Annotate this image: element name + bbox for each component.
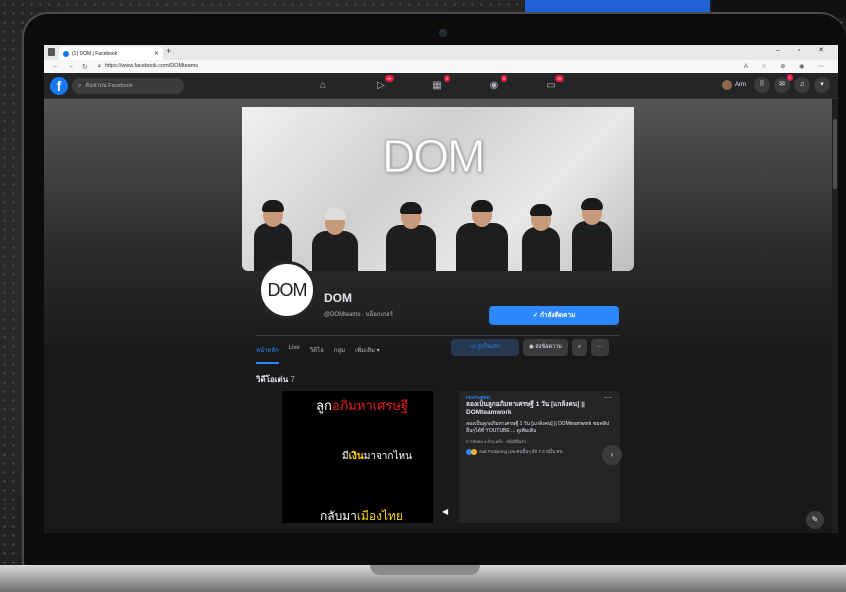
account-chevron-icon[interactable]: ▾ [814,77,830,93]
lock-icon: 🔒︎ [97,63,101,69]
cover-person [456,200,508,271]
new-message-icon[interactable]: ✎ [806,511,824,529]
marketplace-badge: 2 [443,75,450,82]
tab-videos[interactable]: วิดีโอ [310,345,324,364]
liked-label: ถูกใจแล้ว [477,344,500,350]
screen: (1) DOM | Facebook ✕ + – ▫ ✕ ← → ↻ 🔒︎ htt… [44,45,838,533]
cover-person [386,202,436,271]
close-tab-icon[interactable]: ✕ [154,50,159,57]
more-options-icon[interactable]: ··· [591,339,609,356]
tab-title: (1) DOM | Facebook [72,50,118,57]
video-more-icon[interactable]: ··· [604,393,612,402]
browser-tab[interactable]: (1) DOM | Facebook ✕ [59,47,163,60]
browser-tabbar: (1) DOM | Facebook ✕ + – ▫ ✕ [44,45,838,60]
facebook-favicon-icon [63,50,69,57]
tab-actions-icon[interactable] [48,48,55,56]
video-caption-line3: กลับมาเมืองไทย [320,509,403,523]
section-count: 7 [290,375,295,384]
page-content: DOM DOM DOM @DOMteams · บล็อกเกอร์ ✓ กำล… [44,99,838,533]
video-description: ลองเป็นลูกอภิมหาเศรษฐี 1 วัน [แกล้งคน] |… [466,421,610,434]
page-avatar[interactable]: DOM [258,261,316,319]
video-reactions[interactable]: Sak Puttipong และคนอื่นๆ อีก 7.6 หมื่น ค… [466,448,614,455]
video-title[interactable]: ลองเป็นลูกอภิมหาเศรษฐี 1 วัน [แกล้งคน] |… [466,401,614,417]
page-search-icon[interactable]: ⌕ [571,339,588,356]
facebook-search-input[interactable]: ⌕ ค้นหาบน Facebook [72,78,184,94]
menu-grid-icon[interactable]: ⠿ [754,77,770,93]
watch-icon[interactable]: ▷ 9+ [374,75,394,93]
featured-video-card[interactable]: ลูกอภิมหาเศรษฐี มีเงินมาจากไหน กลับมาเมื… [256,391,620,523]
reload-icon[interactable]: ↻ [82,63,88,71]
notifications-icon[interactable]: ♫ [794,77,810,93]
url-field[interactable]: 🔒︎ https://www.facebook.com/DOMteams [98,63,198,70]
video-caption-line1: ลูกอภิมหาเศรษฐี [316,398,409,413]
gaming-icon[interactable]: ▭ 9+ [544,75,564,93]
video-meta: การรับชม 4 ล้าน ครั้ง · หนึ่งปีที่แล้ว [466,439,526,444]
header-right-controls: Arm ⠿ ✉ 1 ♫ ▾ [722,74,830,93]
tab-live[interactable]: Live [289,345,300,364]
profile-chip[interactable]: Arm [722,80,746,90]
following-label: กำลังติดตาม [539,312,576,319]
video-caption-line2: มีเงินมาจากไหน [342,451,412,462]
cover-photo[interactable]: DOM [242,107,634,271]
section-title: วิดีโอเด่น [256,375,289,384]
avatar [722,80,732,90]
featured-label: FEATURED [466,395,491,400]
new-tab-button[interactable]: + [166,46,171,56]
tab-home[interactable]: หน้าหลัก [256,345,279,364]
scrollbar-thumb[interactable] [833,119,837,189]
home-icon[interactable]: ⌂ [316,79,330,93]
tab-groups[interactable]: กลุ่ม [334,345,345,364]
search-placeholder: ค้นหาบน Facebook [85,83,133,89]
page-tabs: หน้าหลัก Live วิดีโอ กลุ่ม เพิ่มเติม ▾ [256,345,380,364]
cover-person [522,204,560,271]
reactions-text: Sak Puttipong และคนอื่นๆ อีก 7.6 หมื่น ค… [479,449,563,454]
facebook-header: f ⌕ ค้นหาบน Facebook ⌂ ▷ 9+ ▦ 2 ◉ 5 ▭ 9+ Arm… [44,73,838,99]
following-button[interactable]: ✓ กำลังติดตาม [489,306,619,325]
webcam [439,29,447,37]
video-info: FEATURED ลองเป็นลูกอภิมหาเศรษฐี 1 วัน [แ… [466,395,614,455]
haha-reaction-icon [471,448,477,455]
forward-icon[interactable]: → [67,63,74,70]
watch-badge: 9+ [385,75,394,82]
volume-icon[interactable]: ◀︎ [442,507,448,516]
chevron-right-icon[interactable]: › [602,445,622,465]
search-icon: ⌕ [78,82,82,89]
url-text: https://www.facebook.com/DOMteams [104,63,199,69]
browser-toolbar-icons[interactable]: A ☆ ⊕ ◉ ⋯ [744,63,830,70]
tab-more[interactable]: เพิ่มเติม ▾ [355,345,380,364]
divider [256,335,620,336]
liked-button[interactable]: 👍︎ ถูกใจแล้ว [451,339,519,356]
gaming-badge: 9+ [555,75,564,82]
messenger-icon[interactable]: ✉ 1 [774,74,793,93]
groups-badge: 5 [500,75,507,82]
address-bar: ← → ↻ 🔒︎ https://www.facebook.com/DOMteam… [44,60,838,73]
laptop-notch [370,565,480,575]
cover-person [572,198,612,271]
cover-person [312,208,358,271]
send-message-button[interactable]: ◉ ส่งข้อความ [523,339,568,356]
profile-name: Arm [735,82,746,88]
messenger-badge: 1 [786,74,793,81]
video-player[interactable]: ลูกอภิมหาเศรษฐี มีเงินมาจากไหน กลับมาเมื… [256,391,459,523]
cover-logo: DOM [381,130,485,183]
groups-icon[interactable]: ◉ 5 [487,75,507,93]
facebook-logo-icon[interactable]: f [50,77,68,95]
page-title: DOM [324,291,352,305]
scrollbar[interactable] [832,99,838,533]
featured-videos-title: วิดีโอเด่น 7 [256,373,295,386]
back-icon[interactable]: ← [52,63,59,70]
page-actions: 👍︎ ถูกใจแล้ว ◉ ส่งข้อความ ⌕ ··· [451,339,609,356]
window-controls[interactable]: – ▫ ✕ [776,46,832,54]
marketplace-icon[interactable]: ▦ 2 [430,75,450,93]
send-message-label: ส่งข้อความ [535,344,562,350]
page-handle: @DOMteams · บล็อกเกอร์ [324,312,393,318]
